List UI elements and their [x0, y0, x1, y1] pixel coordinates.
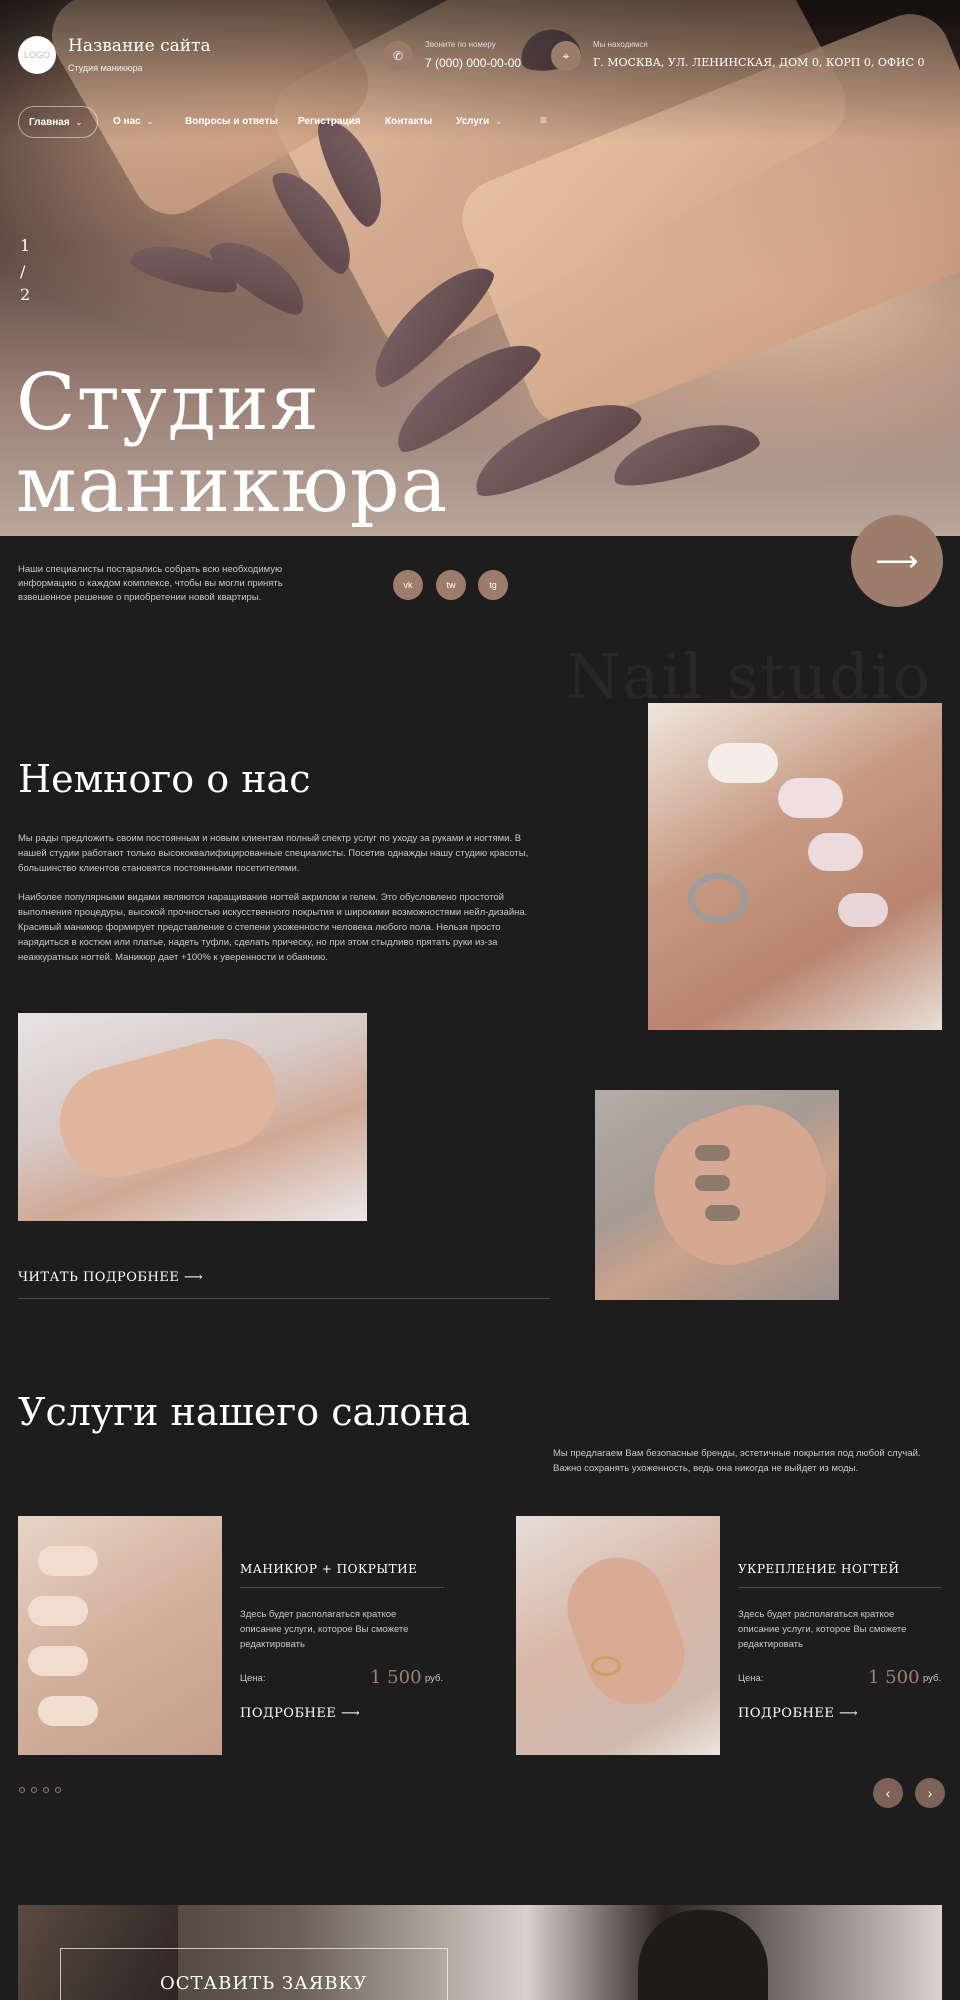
vk-icon[interactable]: vk	[393, 570, 423, 600]
nav-item-registration[interactable]: Регистрация	[298, 116, 361, 127]
chevron-down-icon: ⌄	[495, 117, 502, 126]
nail-shape	[778, 778, 843, 818]
nail-shape	[808, 833, 863, 871]
slider-next-button[interactable]: ›	[915, 1778, 945, 1808]
nav-item-about[interactable]: О нас ⌄	[113, 116, 153, 127]
arrow-right-icon: ⟶	[875, 544, 919, 578]
slider-dot[interactable]	[43, 1787, 49, 1793]
phone-number[interactable]: 7 (000) 000-00-00	[425, 56, 521, 70]
hero-title-line2: маникюра	[16, 440, 449, 530]
slide-total: 2	[20, 285, 31, 304]
price-value-2: 1 500	[868, 1667, 920, 1688]
logo[interactable]: LOGO	[18, 36, 56, 74]
hand-shape	[634, 1090, 839, 1285]
price-value-1: 1 500	[370, 1667, 422, 1688]
services-title: Услуги нашего салона	[18, 1390, 471, 1434]
nail-shape	[708, 743, 778, 783]
divider	[240, 1587, 444, 1588]
cta-photo-person	[638, 1910, 768, 2000]
about-paragraph-1: Мы рады предложить своим постоянным и но…	[18, 833, 529, 874]
nail-shape	[28, 1596, 88, 1626]
chevron-right-icon: ›	[927, 1785, 933, 1801]
slide-separator: /	[20, 262, 26, 281]
hero-next-button[interactable]: ⟶	[851, 515, 943, 607]
hero-title-line1: Студия	[16, 358, 320, 448]
ring-shape	[688, 873, 748, 923]
cta-label: ОСТАВИТЬ ЗАЯВКУ	[160, 1973, 368, 1994]
slider-dot[interactable]	[55, 1787, 61, 1793]
more-label: ПОДРОБНЕЕ	[240, 1706, 337, 1721]
nail-shape	[695, 1175, 730, 1191]
nail-shape	[695, 1145, 730, 1161]
logo-text: LOGO	[23, 50, 50, 60]
telegram-icon[interactable]: tg	[478, 570, 508, 600]
chevron-down-icon: ⌄	[146, 117, 154, 126]
nail-shape	[705, 1205, 740, 1221]
intro-text: Наши специалисты постарались собрать всю…	[18, 564, 283, 603]
service-photo-1	[18, 1516, 222, 1755]
nav-label: Услуги	[456, 116, 490, 127]
arrow-right-icon: ⟶	[336, 1706, 361, 1721]
slider-dot[interactable]	[19, 1787, 25, 1793]
service-title-1: МАНИКЮР + ПОКРЫТИЕ	[240, 1562, 418, 1576]
nav-item-contacts[interactable]: Контакты	[385, 116, 432, 127]
price-label-1: Цена:	[240, 1673, 266, 1684]
services-description: Мы предлагаем Вам безопасные бренды, эст…	[553, 1448, 921, 1474]
price-unit-1: руб.	[425, 1673, 444, 1684]
divider	[18, 1298, 550, 1299]
service-title-2: УКРЕПЛЕНИЕ НОГТЕЙ	[738, 1562, 900, 1576]
ring-shape	[591, 1656, 621, 1676]
site-subtitle: Студия маникюра	[68, 63, 143, 73]
nail-shape	[838, 893, 888, 927]
service-desc-1: Здесь будет располагаться краткое описан…	[240, 1609, 409, 1650]
read-more-label: ЧИТАТЬ ПОДРОБНЕЕ	[18, 1270, 180, 1285]
nail-shape	[28, 1646, 88, 1676]
menu-icon[interactable]: ≡	[540, 113, 547, 127]
slide-current: 1	[20, 236, 31, 255]
about-photo-2	[18, 1013, 367, 1221]
phone-icon: ✆	[383, 41, 413, 71]
about-paragraph-2: Наиболее популярными видами являются нар…	[18, 892, 528, 963]
hand-shape	[553, 1543, 699, 1719]
nav-label: О нас	[113, 116, 141, 127]
arrow-right-icon: ⟶	[834, 1706, 859, 1721]
chevron-down-icon: ⌄	[75, 118, 83, 127]
hand-shape	[47, 1026, 289, 1190]
about-photo-1	[648, 703, 942, 1030]
price-unit-2: руб.	[923, 1673, 942, 1684]
nav-item-faq[interactable]: Вопросы и ответы	[185, 116, 278, 127]
nail-shape	[38, 1546, 98, 1576]
more-label: ПОДРОБНЕЕ	[738, 1706, 835, 1721]
service-desc-2: Здесь будет располагаться краткое описан…	[738, 1609, 907, 1650]
nail-shape	[38, 1696, 98, 1726]
slider-dot[interactable]	[31, 1787, 37, 1793]
nav-item-services[interactable]: Услуги ⌄	[456, 116, 502, 127]
location-icon: ⌖	[551, 41, 581, 71]
twitter-icon[interactable]: tw	[436, 570, 466, 600]
nav-label: Главная	[29, 117, 70, 128]
address-value: Г. МОСКВА, УЛ. ЛЕНИНСКАЯ, ДОМ 0, КОРП 0,…	[593, 56, 925, 69]
arrow-right-icon: ⟶	[179, 1270, 204, 1285]
hero-title: Студия маникюра	[16, 362, 448, 526]
slider-prev-button[interactable]: ‹	[873, 1778, 903, 1808]
service-photo-2	[516, 1516, 720, 1755]
about-photo-3	[595, 1090, 839, 1300]
service-more-link-1[interactable]: ПОДРОБНЕЕ ⟶	[240, 1706, 360, 1721]
price-label-2: Цена:	[738, 1673, 764, 1684]
phone-label: Звоните по номеру	[425, 40, 496, 49]
service-more-link-2[interactable]: ПОДРОБНЕЕ ⟶	[738, 1706, 858, 1721]
read-more-link[interactable]: ЧИТАТЬ ПОДРОБНЕЕ ⟶	[18, 1270, 203, 1285]
about-title: Немного о нас	[18, 757, 311, 801]
divider	[738, 1587, 942, 1588]
site-title[interactable]: Название сайта	[68, 36, 211, 56]
chevron-left-icon: ‹	[885, 1785, 891, 1801]
nav-item-home[interactable]: Главная ⌄	[18, 106, 98, 138]
address-label: Мы находимся	[593, 40, 648, 49]
